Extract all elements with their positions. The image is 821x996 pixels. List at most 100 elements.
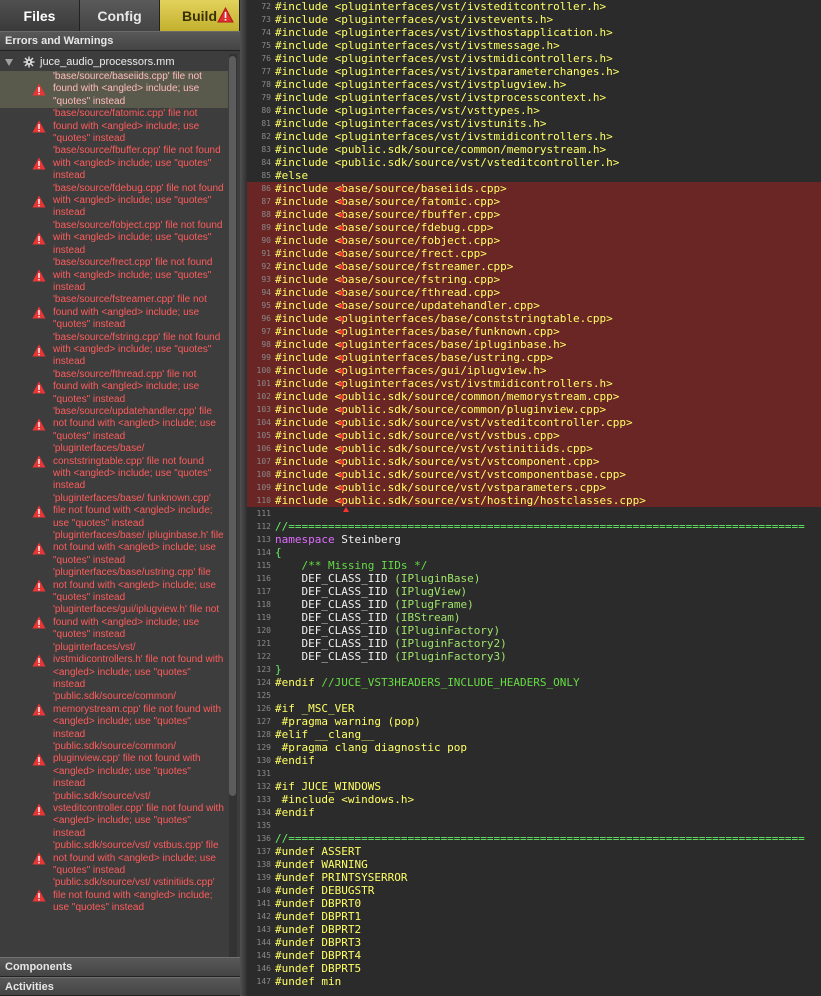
code-line[interactable]: 101 #include <pluginterfaces/vst/ivstmidi… bbox=[247, 377, 821, 390]
error-list-item[interactable]: 'base/source/fdebug.cpp' file not found … bbox=[0, 183, 228, 220]
error-list-item[interactable]: 'pluginterfaces/base/ funknown.cpp' file… bbox=[0, 493, 228, 530]
error-list-item[interactable]: 'base/source/fstreamer.cpp' file not fou… bbox=[0, 294, 228, 331]
code-line[interactable]: 119 DEF_CLASS_IID (IBStream) bbox=[247, 611, 821, 624]
code-line[interactable]: 115 /** Missing IIDs */ bbox=[247, 559, 821, 572]
code-line[interactable]: 97 #include <pluginterfaces/base/funknown… bbox=[247, 325, 821, 338]
error-list-item[interactable]: 'base/source/fthread.cpp' file not found… bbox=[0, 369, 228, 406]
code-line[interactable]: 124 #endif //JUCE_VST3HEADERS_INCLUDE_HEA… bbox=[247, 676, 821, 689]
code-line[interactable]: 80 #include <pluginterfaces/vst/vsttypes.… bbox=[247, 104, 821, 117]
error-list-item[interactable]: 'pluginterfaces/gui/iplugview.h' file no… bbox=[0, 604, 228, 641]
code-line[interactable]: 113 namespace Steinberg bbox=[247, 533, 821, 546]
code-line[interactable]: 75 #include <pluginterfaces/vst/ivstmessa… bbox=[247, 39, 821, 52]
error-list-item[interactable]: 'public.sdk/source/vst/ vsteditcontrolle… bbox=[0, 791, 228, 841]
tab-build[interactable]: Build bbox=[160, 0, 240, 31]
code-line[interactable]: 87 #include <base/source/fatomic.cpp> bbox=[247, 195, 821, 208]
tab-config[interactable]: Config bbox=[80, 0, 160, 31]
error-list-scrollbar-thumb[interactable] bbox=[229, 56, 236, 796]
code-line[interactable]: 140 #undef DEBUGSTR bbox=[247, 884, 821, 897]
tab-files[interactable]: Files bbox=[0, 0, 80, 31]
components-section-header[interactable]: Components bbox=[0, 957, 240, 977]
code-line[interactable]: 114 { bbox=[247, 546, 821, 559]
code-line[interactable]: 82 #include <pluginterfaces/vst/ivstmidic… bbox=[247, 130, 821, 143]
code-line[interactable]: 145 #undef DBPRT4 bbox=[247, 949, 821, 962]
code-line[interactable]: 92 #include <base/source/fstreamer.cpp> bbox=[247, 260, 821, 273]
code-line[interactable]: 95 #include <base/source/updatehandler.cp… bbox=[247, 299, 821, 312]
code-line[interactable]: 109 #include <public.sdk/source/vst/vstpa… bbox=[247, 481, 821, 494]
code-line[interactable]: 130 #endif bbox=[247, 754, 821, 767]
code-line[interactable]: 141 #undef DBPRT0 bbox=[247, 897, 821, 910]
code-line[interactable]: 90 #include <base/source/fobject.cpp> bbox=[247, 234, 821, 247]
code-line[interactable]: 93 #include <base/source/fstring.cpp> bbox=[247, 273, 821, 286]
code-line[interactable]: 96 #include <pluginterfaces/base/conststr… bbox=[247, 312, 821, 325]
code-line[interactable]: 91 #include <base/source/frect.cpp> bbox=[247, 247, 821, 260]
code-line[interactable]: 146 #undef DBPRT5 bbox=[247, 962, 821, 975]
code-line[interactable]: 99 #include <pluginterfaces/base/ustring.… bbox=[247, 351, 821, 364]
code-line[interactable]: 134 #endif bbox=[247, 806, 821, 819]
error-list-item[interactable]: 'base/source/fatomic.cpp' file not found… bbox=[0, 108, 228, 145]
code-line[interactable]: 108 #include <public.sdk/source/vst/vstco… bbox=[247, 468, 821, 481]
code-line[interactable]: 73 #include <pluginterfaces/vst/ivstevent… bbox=[247, 13, 821, 26]
code-line[interactable]: 121 DEF_CLASS_IID (IPluginFactory2) bbox=[247, 637, 821, 650]
code-line[interactable]: 102 #include <public.sdk/source/common/me… bbox=[247, 390, 821, 403]
error-list-item[interactable]: 'public.sdk/source/vst/ vstbus.cpp' file… bbox=[0, 840, 228, 877]
code-line[interactable]: 123} bbox=[247, 663, 821, 676]
code-line[interactable]: 126 #if _MSC_VER bbox=[247, 702, 821, 715]
code-line[interactable]: 103 #include <public.sdk/source/common/pl… bbox=[247, 403, 821, 416]
code-line[interactable]: 116 DEF_CLASS_IID (IPluginBase) bbox=[247, 572, 821, 585]
code-line[interactable]: 120 DEF_CLASS_IID (IPluginFactory) bbox=[247, 624, 821, 637]
panel-splitter[interactable] bbox=[240, 0, 247, 996]
code-line[interactable]: 110 #include <public.sdk/source/vst/hosti… bbox=[247, 494, 821, 507]
error-list-item[interactable]: 'base/source/baseiids.cpp' file not foun… bbox=[0, 71, 228, 109]
error-list-item[interactable]: 'base/source/fobject.cpp' file not found… bbox=[0, 220, 228, 257]
error-list-item[interactable]: 'public.sdk/source/common/ pluginview.cp… bbox=[0, 741, 228, 791]
error-list-item[interactable]: 'base/source/fstring.cpp' file not found… bbox=[0, 332, 228, 369]
code-line[interactable]: 127 #pragma warning (pop) bbox=[247, 715, 821, 728]
code-line[interactable]: 76 #include <pluginterfaces/vst/ivstmidic… bbox=[247, 52, 821, 65]
code-line[interactable]: 128 #elif __clang__ bbox=[247, 728, 821, 741]
error-list-item[interactable]: 'base/source/frect.cpp' file not found w… bbox=[0, 257, 228, 294]
code-line[interactable]: 85 #else bbox=[247, 169, 821, 182]
code-line[interactable]: 142 #undef DBPRT1 bbox=[247, 910, 821, 923]
code-line[interactable]: 105 #include <public.sdk/source/vst/vstbu… bbox=[247, 429, 821, 442]
code-line[interactable]: 117 DEF_CLASS_IID (IPlugView) bbox=[247, 585, 821, 598]
error-list-item[interactable]: 'pluginterfaces/base/ conststringtable.c… bbox=[0, 443, 228, 493]
errors-warnings-header[interactable]: Errors and Warnings bbox=[0, 31, 240, 51]
code-line[interactable]: 74 #include <pluginterfaces/vst/ivsthosta… bbox=[247, 26, 821, 39]
code-line[interactable]: 125 bbox=[247, 689, 821, 702]
code-editor[interactable]: 72 #include <pluginterfaces/vst/ivsteditc… bbox=[247, 0, 821, 996]
code-line[interactable]: 72 #include <pluginterfaces/vst/ivsteditc… bbox=[247, 0, 821, 13]
error-list-item[interactable]: 'pluginterfaces/vst/ ivstmidicontrollers… bbox=[0, 642, 228, 692]
code-line[interactable]: 111 bbox=[247, 507, 821, 520]
code-line[interactable]: 122 DEF_CLASS_IID (IPluginFactory3) bbox=[247, 650, 821, 663]
code-line[interactable]: 84 #include <public.sdk/source/vst/vstedi… bbox=[247, 156, 821, 169]
disclosure-triangle-icon[interactable] bbox=[5, 58, 13, 66]
code-line[interactable]: 112 //===================================… bbox=[247, 520, 821, 533]
code-line[interactable]: 144 #undef DBPRT3 bbox=[247, 936, 821, 949]
code-line[interactable]: 88 #include <base/source/fbuffer.cpp> bbox=[247, 208, 821, 221]
code-line[interactable]: 143 #undef DBPRT2 bbox=[247, 923, 821, 936]
code-line[interactable]: 132 #if JUCE_WINDOWS bbox=[247, 780, 821, 793]
code-line[interactable]: 136 //===================================… bbox=[247, 832, 821, 845]
code-line[interactable]: 147 #undef min bbox=[247, 975, 821, 988]
code-line[interactable]: 139 #undef PRINTSYSERROR bbox=[247, 871, 821, 884]
code-line[interactable]: 137 #undef ASSERT bbox=[247, 845, 821, 858]
code-line[interactable]: 131 bbox=[247, 767, 821, 780]
error-list-item[interactable]: 'base/source/fbuffer.cpp' file not found… bbox=[0, 145, 228, 182]
error-list-item[interactable]: 'pluginterfaces/base/ ipluginbase.h' fil… bbox=[0, 530, 228, 567]
code-line[interactable]: 83 #include <public.sdk/source/common/mem… bbox=[247, 143, 821, 156]
code-line[interactable]: 107 #include <public.sdk/source/vst/vstco… bbox=[247, 455, 821, 468]
code-line[interactable]: 79 #include <pluginterfaces/vst/ivstproce… bbox=[247, 91, 821, 104]
code-line[interactable]: 77 #include <pluginterfaces/vst/ivstparam… bbox=[247, 65, 821, 78]
code-line[interactable]: 78 #include <pluginterfaces/vst/ivstplugv… bbox=[247, 78, 821, 91]
code-line[interactable]: 89 #include <base/source/fdebug.cpp> bbox=[247, 221, 821, 234]
code-line[interactable]: 86 #include <base/source/baseiids.cpp> bbox=[247, 182, 821, 195]
code-line[interactable]: 100 #include <pluginterfaces/gui/iplugvie… bbox=[247, 364, 821, 377]
error-list-item[interactable]: 'public.sdk/source/vst/ vstinitiids.cpp'… bbox=[0, 877, 228, 914]
code-line[interactable]: 118 DEF_CLASS_IID (IPlugFrame) bbox=[247, 598, 821, 611]
code-line[interactable]: 133 #include <windows.h> bbox=[247, 793, 821, 806]
error-list-item[interactable]: 'base/source/updatehandler.cpp' file not… bbox=[0, 406, 228, 443]
code-line[interactable]: 106 #include <public.sdk/source/vst/vstin… bbox=[247, 442, 821, 455]
error-list-item[interactable]: 'public.sdk/source/common/ memorystream.… bbox=[0, 691, 228, 741]
code-line[interactable]: 98 #include <pluginterfaces/base/ipluginb… bbox=[247, 338, 821, 351]
activities-section-header[interactable]: Activities bbox=[0, 977, 240, 996]
